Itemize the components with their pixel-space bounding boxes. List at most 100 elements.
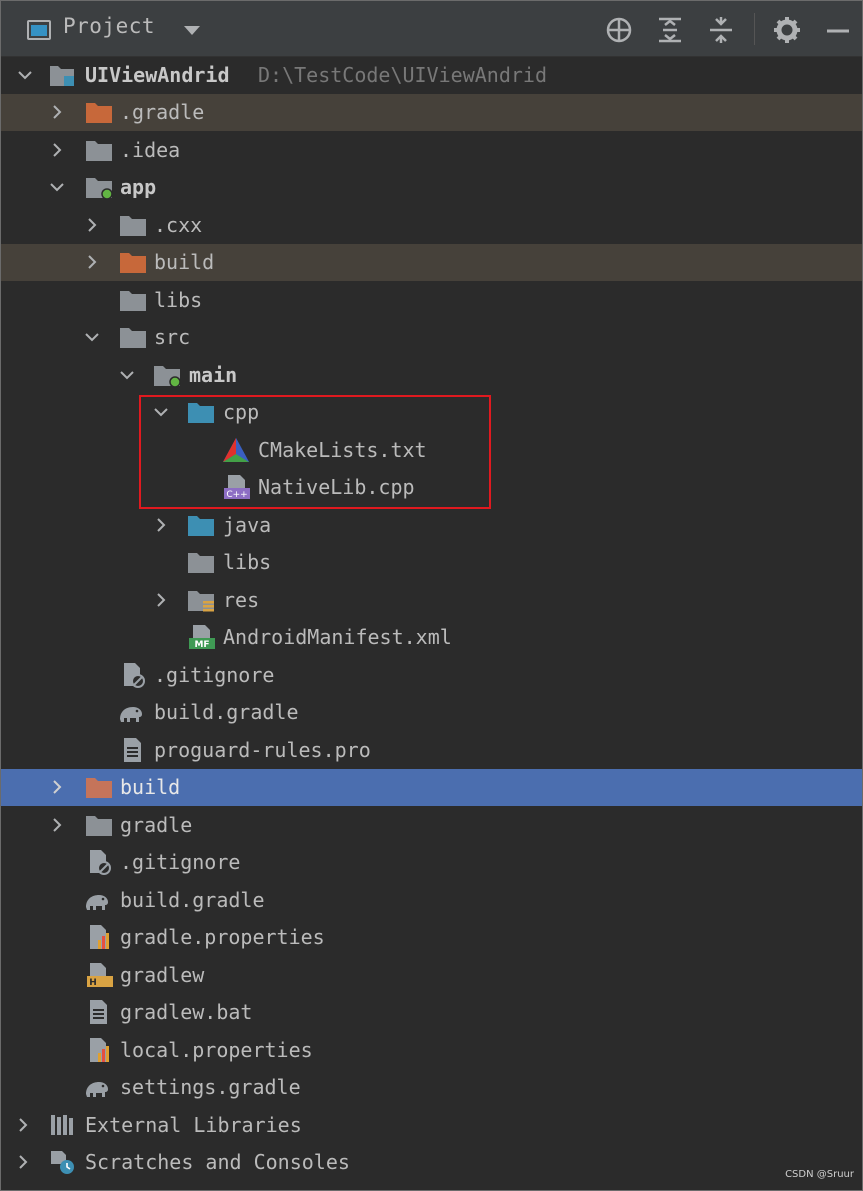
- tree-node-gradle-folder[interactable]: gradle: [1, 807, 862, 844]
- module-folder-icon: [50, 66, 74, 86]
- tree-node-label: build: [120, 775, 181, 799]
- chevron-right-icon[interactable]: [49, 142, 65, 158]
- properties-file-icon: [90, 925, 109, 949]
- module-folder-icon: [154, 366, 181, 388]
- tree-node-label: build: [154, 250, 215, 274]
- tree-node-external-libraries[interactable]: External Libraries: [1, 1107, 862, 1144]
- tree-node-label: libs: [223, 550, 272, 574]
- tree-node-res[interactable]: res: [1, 582, 862, 619]
- tree-node-app[interactable]: app: [1, 169, 862, 206]
- tree-node-label: .idea: [120, 138, 181, 162]
- chevron-right-icon[interactable]: [15, 1154, 31, 1170]
- ignore-file-icon: [124, 663, 145, 688]
- gear-icon[interactable]: [772, 15, 802, 45]
- tree-node-root-build-gradle[interactable]: build.gradle: [1, 882, 862, 919]
- tree-node-label: proguard-rules.pro: [154, 738, 371, 762]
- tree-node-gradle-dir[interactable]: .gradle: [1, 94, 862, 131]
- project-toolbar: Project: [1, 1, 862, 57]
- tree-node-main-libs[interactable]: libs: [1, 544, 862, 581]
- tree-node-main[interactable]: main: [1, 357, 862, 394]
- chevron-down-icon[interactable]: [84, 329, 100, 345]
- tree-node-label: gradle: [120, 813, 193, 837]
- module-folder-icon: [86, 178, 113, 200]
- toolbar-separator: [754, 13, 755, 45]
- folder-icon: [86, 141, 112, 161]
- chevron-down-icon[interactable]: [184, 26, 200, 35]
- tree-node-label: .cxx: [154, 213, 203, 237]
- gradle-elephant-icon: [86, 1082, 108, 1097]
- tree-node-label: gradlew.bat: [120, 1000, 253, 1024]
- tree-node-cxx[interactable]: .cxx: [1, 207, 862, 244]
- tree-node-settings-gradle[interactable]: settings.gradle: [1, 1069, 862, 1106]
- properties-file-icon: [90, 1038, 109, 1062]
- chevron-down-icon[interactable]: [17, 67, 33, 83]
- chevron-right-icon[interactable]: [84, 217, 100, 233]
- excluded-folder-icon: [86, 103, 112, 123]
- chevron-down-icon[interactable]: [119, 367, 135, 383]
- chevron-right-icon[interactable]: [49, 817, 65, 833]
- tree-node-label: .gradle: [120, 100, 205, 124]
- tree-node-label: build.gradle: [154, 700, 299, 724]
- tree-node-app-libs[interactable]: libs: [1, 282, 862, 319]
- tree-node-label: build.gradle: [120, 888, 265, 912]
- tree-node-root[interactable]: UIViewAndrid D:\TestCode\UIViewAndrid: [1, 57, 862, 94]
- tree-node-root-build[interactable]: build: [1, 769, 862, 806]
- chevron-right-icon[interactable]: [15, 1117, 31, 1133]
- tree-node-app-build-gradle[interactable]: build.gradle: [1, 694, 862, 731]
- tree-node-label: gradlew: [120, 963, 205, 987]
- locate-icon[interactable]: [604, 15, 634, 45]
- watermark: CSDN @Sruur: [785, 1169, 854, 1180]
- tree-node-manifest[interactable]: MF AndroidManifest.xml: [1, 619, 862, 656]
- project-tool-window: Project UIViewAndrid D:\TestCode\UIViewA…: [0, 0, 863, 1191]
- tree-node-gradlew-bat[interactable]: gradlew.bat: [1, 994, 862, 1031]
- minimize-icon[interactable]: [823, 15, 853, 45]
- tree-node-gradle-properties[interactable]: gradle.properties: [1, 919, 862, 956]
- chevron-right-icon[interactable]: [153, 517, 169, 533]
- tree-node-scratches[interactable]: Scratches and Consoles: [1, 1144, 862, 1181]
- folder-icon: [120, 291, 146, 311]
- tree-node-gradlew[interactable]: H gradlew: [1, 957, 862, 994]
- gradle-elephant-icon: [120, 707, 142, 722]
- chevron-down-icon[interactable]: [49, 179, 65, 195]
- tree-node-label: main: [189, 363, 238, 387]
- project-panel-icon[interactable]: [27, 20, 51, 40]
- tree-node-label: .gitignore: [154, 663, 275, 687]
- chevron-right-icon[interactable]: [49, 779, 65, 795]
- tree-node-label: Scratches and Consoles: [85, 1150, 350, 1174]
- tree-node-label: local.properties: [120, 1038, 313, 1062]
- root-project-name: UIViewAndrid: [85, 63, 230, 87]
- manifest-file-icon: MF: [189, 625, 215, 650]
- gradle-elephant-icon: [86, 895, 108, 910]
- tree-node-root-gitignore[interactable]: .gitignore: [1, 844, 862, 881]
- svg-text:MF: MF: [194, 640, 209, 650]
- source-folder-icon: [188, 516, 214, 536]
- tree-node-label: java: [223, 513, 272, 537]
- scratches-icon: [51, 1151, 74, 1174]
- folder-icon: [188, 553, 214, 573]
- tree-node-app-build[interactable]: build: [1, 244, 862, 281]
- chevron-right-icon[interactable]: [49, 104, 65, 120]
- tree-node-label: libs: [154, 288, 203, 312]
- folder-icon: [120, 328, 146, 348]
- tree-node-label: .gitignore: [120, 850, 241, 874]
- tree-node-src[interactable]: src: [1, 319, 862, 356]
- tree-node-app-gitignore[interactable]: .gitignore: [1, 657, 862, 694]
- highlight-annotation-box: [139, 395, 491, 509]
- chevron-right-icon[interactable]: [153, 592, 169, 608]
- tree-node-local-properties[interactable]: local.properties: [1, 1032, 862, 1069]
- library-icon: [51, 1115, 73, 1135]
- collapse-all-icon[interactable]: [706, 15, 736, 45]
- excluded-folder-icon: [86, 778, 112, 798]
- tree-node-java[interactable]: java: [1, 507, 862, 544]
- tree-node-proguard[interactable]: proguard-rules.pro: [1, 732, 862, 769]
- resource-folder-icon: [188, 591, 214, 612]
- chevron-right-icon[interactable]: [84, 254, 100, 270]
- root-project-path: D:\TestCode\UIViewAndrid: [258, 63, 547, 87]
- text-file-icon: [124, 738, 141, 762]
- tree-node-label: gradle.properties: [120, 925, 325, 949]
- tree-node-label: AndroidManifest.xml: [223, 625, 452, 649]
- expand-all-icon[interactable]: [655, 15, 685, 45]
- tree-node-idea[interactable]: .idea: [1, 132, 862, 169]
- tree-node-label: External Libraries: [85, 1113, 302, 1137]
- view-selector-label[interactable]: Project: [63, 14, 155, 38]
